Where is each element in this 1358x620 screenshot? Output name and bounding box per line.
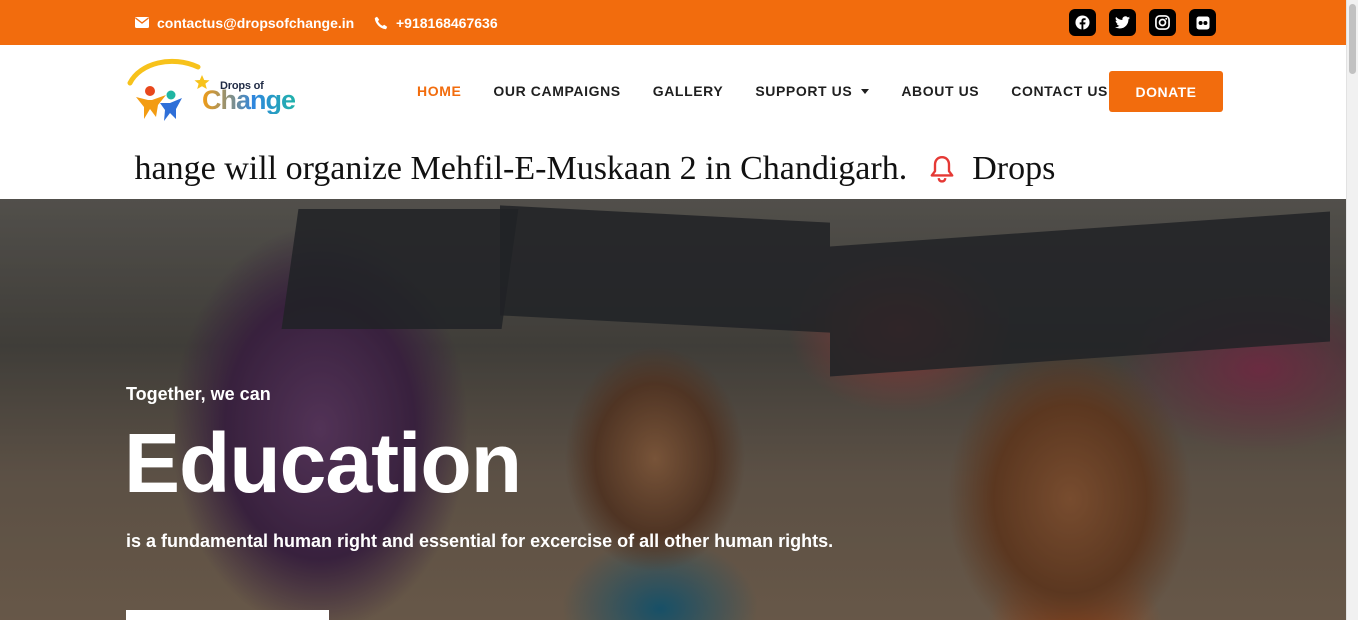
page: contactus@dropsofchange.in +918168467636: [0, 0, 1358, 620]
facebook-link[interactable]: [1069, 9, 1096, 36]
nav-gallery[interactable]: GALLERY: [653, 83, 724, 99]
news-ticker: Drops of change will organize Mehfil-E-M…: [0, 137, 1346, 199]
phone-icon: [374, 16, 388, 29]
hero-title: Education: [124, 416, 522, 510]
nav-contact-us-label: CONTACT US: [1011, 83, 1108, 99]
nav-support-us-label: SUPPORT US: [755, 83, 853, 99]
hero-cta-button[interactable]: [126, 610, 329, 620]
nav-home[interactable]: HOME: [417, 83, 461, 99]
flickr-link[interactable]: [1189, 9, 1216, 36]
logo-mark-icon: [127, 58, 210, 121]
page-scrollbar[interactable]: [1346, 0, 1358, 620]
donate-button[interactable]: DONATE: [1109, 71, 1223, 112]
twitter-link[interactable]: [1109, 9, 1136, 36]
ticker-inner: Drops of change will organize Mehfil-E-M…: [0, 147, 1055, 191]
ticker-left-mask: [0, 137, 134, 199]
envelope-icon: [135, 17, 149, 28]
social-links: [1069, 9, 1216, 36]
scrollbar-thumb[interactable]: [1349, 4, 1356, 74]
phone-text: +918168467636: [396, 14, 498, 31]
email-text: contactus@dropsofchange.in: [157, 14, 355, 31]
nav-support-us[interactable]: SUPPORT US: [755, 83, 870, 99]
hero-overlay: [0, 199, 1346, 620]
twitter-icon: [1115, 16, 1130, 29]
phone-contact[interactable]: +918168467636: [374, 0, 498, 45]
hero-subtitle: is a fundamental human right and essenti…: [126, 531, 834, 551]
email-contact[interactable]: contactus@dropsofchange.in: [135, 0, 354, 45]
ticker-text[interactable]: Drops of change will organize Mehfil-E-M…: [0, 150, 907, 188]
ticker-text-next[interactable]: Drops: [972, 150, 1055, 188]
nav-home-label: HOME: [417, 83, 462, 99]
bell-icon: [929, 155, 955, 183]
nav-about-us-label: ABOUT US: [901, 83, 980, 99]
logo-big-text: Change: [202, 85, 296, 115]
nav-contact-us[interactable]: CONTACT US: [1011, 83, 1108, 99]
site-header: Drops of Change HOME OUR CAMPAIGNS GALLE…: [0, 45, 1346, 137]
instagram-link[interactable]: [1149, 9, 1176, 36]
nav-about-us[interactable]: ABOUT US: [901, 83, 979, 99]
instagram-icon: [1155, 15, 1170, 30]
nav-our-campaigns[interactable]: OUR CAMPAIGNS: [493, 83, 620, 99]
nav-gallery-label: GALLERY: [652, 83, 724, 99]
nav-our-campaigns-label: OUR CAMPAIGNS: [493, 83, 621, 99]
caret-down-icon: [861, 88, 870, 94]
ticker-track: Drops of change will organize Mehfil-E-M…: [0, 147, 1346, 191]
hero-banner: Together, we can Education is a fundamen…: [0, 199, 1346, 620]
flickr-icon: [1196, 16, 1209, 29]
ticker-right-mask: [1212, 137, 1346, 199]
main-nav: HOME OUR CAMPAIGNS GALLERY SUPPORT US AB…: [417, 45, 1140, 137]
hero-eyebrow: Together, we can: [126, 384, 271, 404]
facebook-icon: [1075, 15, 1090, 30]
site-logo[interactable]: Drops of Change: [126, 57, 296, 125]
top-contact-bar: contactus@dropsofchange.in +918168467636: [0, 0, 1346, 45]
